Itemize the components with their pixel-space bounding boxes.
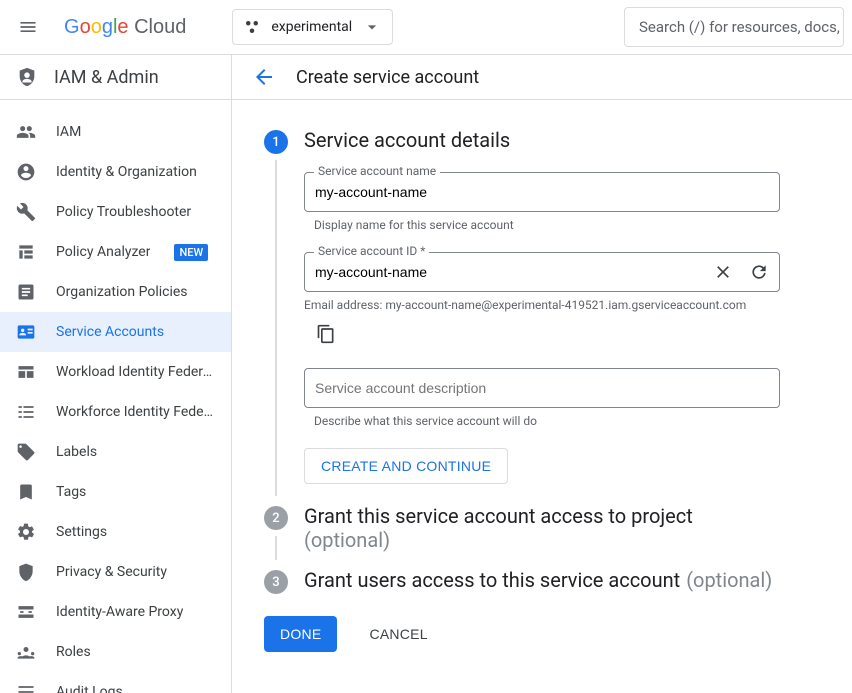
badge-icon — [16, 322, 36, 342]
step-3-title: Grant users access to this service accou… — [304, 568, 832, 592]
service-account-name-field: Service account name — [304, 172, 832, 212]
step-3-badge: 3 — [264, 570, 288, 594]
step-2-badge: 2 — [264, 506, 288, 530]
article-icon — [16, 282, 36, 302]
name-field-label: Service account name — [314, 164, 440, 178]
nav-label: Workload Identity Federat… — [56, 364, 215, 380]
nav-item-settings[interactable]: Settings — [0, 512, 231, 552]
done-button[interactable]: DONE — [264, 616, 337, 652]
new-badge: NEW — [174, 244, 208, 261]
nav-item-service-accounts[interactable]: Service Accounts — [0, 312, 231, 352]
proxy-icon — [16, 602, 36, 622]
cancel-button[interactable]: CANCEL — [353, 616, 443, 652]
search-placeholder: Search (/) for resources, docs, — [639, 18, 840, 36]
section-title: IAM & Admin — [54, 67, 159, 88]
people-icon — [16, 122, 36, 142]
arrow-back-icon — [252, 65, 276, 89]
step-connector — [275, 536, 277, 560]
step-1: 1 Service account details Service accoun… — [264, 128, 832, 484]
nav-item-org-policies[interactable]: Organization Policies — [0, 272, 231, 312]
section-icon — [16, 66, 38, 88]
create-and-continue-button[interactable]: CREATE AND CONTINUE — [304, 448, 508, 484]
hamburger-menu-button[interactable] — [8, 7, 48, 47]
id-field-label: Service account ID * — [314, 244, 429, 258]
nav-label: Organization Policies — [56, 284, 188, 300]
nav-item-roles[interactable]: Roles — [0, 632, 231, 672]
search-input[interactable]: Search (/) for resources, docs, — [624, 7, 844, 47]
nav-label: Workforce Identity Federa… — [56, 404, 215, 420]
shield-icon — [16, 562, 36, 582]
nav-item-identity-org[interactable]: Identity & Organization — [0, 152, 231, 192]
nav-label: Labels — [56, 444, 97, 460]
roles-icon — [16, 642, 36, 662]
refresh-icon[interactable] — [749, 262, 769, 282]
nav-item-policy-analyzer[interactable]: Policy Analyzer NEW — [0, 232, 231, 272]
name-helper: Display name for this service account — [314, 218, 832, 232]
left-sidebar: IAM & Admin IAM Identity & Organization … — [0, 55, 232, 693]
copy-icon — [316, 324, 336, 344]
form-content: 1 Service account details Service accoun… — [232, 100, 852, 693]
nav-item-policy-troubleshooter[interactable]: Policy Troubleshooter — [0, 192, 231, 232]
project-icon — [243, 18, 261, 36]
project-picker[interactable]: experimental — [232, 9, 393, 45]
nav-label: Identity & Organization — [56, 164, 197, 180]
wif-icon — [16, 362, 36, 382]
gear-icon — [16, 522, 36, 542]
back-button[interactable] — [252, 65, 276, 89]
description-input[interactable] — [315, 380, 769, 396]
nav-label: IAM — [56, 124, 81, 140]
nav-item-privacy-security[interactable]: Privacy & Security — [0, 552, 231, 592]
step-2-title: Grant this service account access to pro… — [304, 504, 832, 552]
audit-icon — [16, 682, 36, 693]
analyzer-icon — [16, 242, 36, 262]
nav-label: Audit Logs — [56, 684, 123, 693]
nav-item-iam[interactable]: IAM — [0, 112, 231, 152]
step-connector — [275, 160, 277, 496]
nav-item-tags[interactable]: Tags — [0, 472, 231, 512]
logo-product-text: Cloud — [134, 16, 186, 38]
nav-label: Settings — [56, 524, 107, 540]
email-address-line: Email address: my-account-name@experimen… — [304, 298, 832, 312]
main-content: Create service account 1 Service account… — [232, 55, 852, 693]
clear-icon[interactable] — [713, 262, 733, 282]
account-icon — [16, 162, 36, 182]
nav-item-workload-identity[interactable]: Workload Identity Federat… — [0, 352, 231, 392]
top-bar: Google Cloud experimental Search (/) for… — [0, 0, 852, 55]
bookmark-icon — [16, 482, 36, 502]
nav-item-labels[interactable]: Labels — [0, 432, 231, 472]
nav-item-iap[interactable]: Identity-Aware Proxy — [0, 592, 231, 632]
project-name: experimental — [271, 19, 352, 35]
step-2: 2 Grant this service account access to p… — [264, 504, 832, 552]
page-header: Create service account — [232, 55, 852, 100]
service-account-id-field: Service account ID * — [304, 252, 832, 292]
tag-icon — [16, 442, 36, 462]
nav-label: Service Accounts — [56, 324, 164, 340]
page-title: Create service account — [296, 67, 479, 88]
step-3: 3 Grant users access to this service acc… — [264, 568, 832, 592]
google-cloud-logo[interactable]: Google Cloud — [56, 16, 194, 39]
nav-label: Privacy & Security — [56, 564, 167, 580]
list-icon — [16, 402, 36, 422]
step-1-badge: 1 — [264, 130, 288, 154]
copy-email-button[interactable] — [316, 324, 832, 348]
form-actions: DONE CANCEL — [264, 616, 832, 652]
description-helper: Describe what this service account will … — [314, 414, 832, 428]
dropdown-icon — [362, 17, 382, 37]
name-input[interactable] — [315, 184, 769, 200]
id-input[interactable] — [315, 264, 713, 280]
nav-label: Tags — [56, 484, 86, 500]
step-1-title: Service account details — [304, 128, 832, 152]
hamburger-icon — [18, 17, 38, 37]
nav-item-workforce-identity[interactable]: Workforce Identity Federa… — [0, 392, 231, 432]
nav-item-audit-logs[interactable]: Audit Logs — [0, 672, 231, 693]
service-account-description-field — [304, 368, 832, 408]
nav-label: Policy Analyzer — [56, 244, 150, 260]
wrench-icon — [16, 202, 36, 222]
nav-label: Roles — [56, 644, 91, 660]
section-header: IAM & Admin — [0, 55, 231, 100]
nav-label: Policy Troubleshooter — [56, 204, 191, 220]
nav-list[interactable]: IAM Identity & Organization Policy Troub… — [0, 100, 231, 693]
nav-label: Identity-Aware Proxy — [56, 604, 183, 620]
